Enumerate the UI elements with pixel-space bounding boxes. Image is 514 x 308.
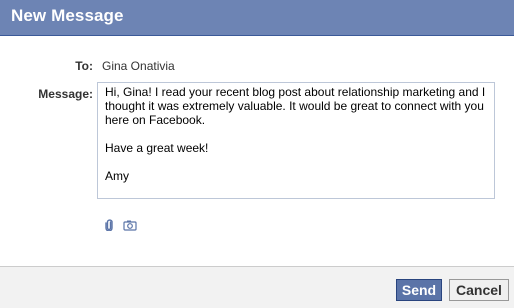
message-label: Message:	[38, 87, 93, 101]
message-body[interactable]: Hi, Gina! I read your recent blog post a…	[105, 85, 491, 183]
cancel-button[interactable]: Cancel	[449, 279, 509, 301]
dialog-titlebar: New Message	[0, 0, 514, 36]
send-button[interactable]: Send	[396, 279, 442, 301]
message-paragraph: Amy	[105, 169, 129, 183]
message-textarea[interactable]: Hi, Gina! I read your recent blog post a…	[97, 82, 495, 199]
message-paragraph: Have a great week!	[105, 141, 209, 155]
dialog-title: New Message	[11, 6, 124, 25]
paperclip-icon[interactable]	[105, 218, 113, 232]
recipient-name[interactable]: Gina Onativia	[102, 59, 175, 73]
to-label: To:	[75, 59, 93, 73]
message-paragraph: Hi, Gina! I read your recent blog post a…	[105, 85, 486, 127]
dialog-footer: Send Cancel	[0, 266, 514, 308]
camera-icon[interactable]	[123, 218, 137, 231]
new-message-dialog: New Message To: Gina Onativia Message: H…	[0, 0, 514, 308]
